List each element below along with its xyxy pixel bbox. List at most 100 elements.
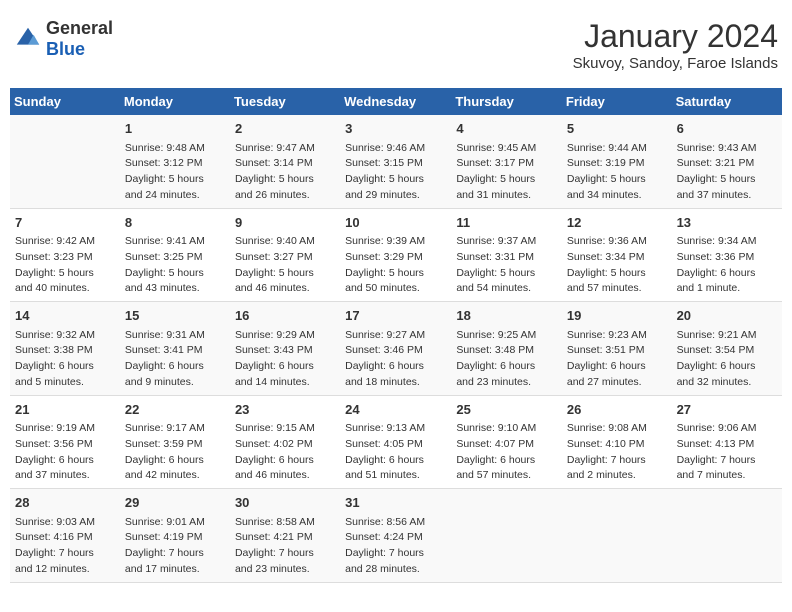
- day-number: 9: [235, 213, 335, 233]
- day-info-line: Daylight: 6 hours: [677, 359, 777, 375]
- day-info-line: Sunset: 4:13 PM: [677, 437, 777, 453]
- day-number: 29: [125, 493, 225, 513]
- day-info-line: Daylight: 6 hours: [15, 453, 115, 469]
- logo-text: General Blue: [46, 18, 113, 60]
- day-number: 28: [15, 493, 115, 513]
- day-info-line: Sunset: 3:41 PM: [125, 343, 225, 359]
- day-info-line: Sunrise: 8:58 AM: [235, 515, 335, 531]
- day-info-line: and 29 minutes.: [345, 188, 446, 204]
- calendar-week-row: 1Sunrise: 9:48 AMSunset: 3:12 PMDaylight…: [10, 115, 782, 208]
- day-info-line: and 18 minutes.: [345, 375, 446, 391]
- day-info-line: Sunset: 3:19 PM: [567, 156, 667, 172]
- day-number: 7: [15, 213, 115, 233]
- calendar-cell: 29Sunrise: 9:01 AMSunset: 4:19 PMDayligh…: [120, 489, 230, 583]
- day-number: 19: [567, 306, 667, 326]
- day-info-line: Daylight: 7 hours: [677, 453, 777, 469]
- calendar-cell: 1Sunrise: 9:48 AMSunset: 3:12 PMDaylight…: [120, 115, 230, 208]
- calendar-table: SundayMondayTuesdayWednesdayThursdayFrid…: [10, 88, 782, 583]
- day-info-line: Daylight: 5 hours: [345, 266, 446, 282]
- day-info-line: Sunset: 4:10 PM: [567, 437, 667, 453]
- day-info-line: Sunset: 4:19 PM: [125, 530, 225, 546]
- day-info-line: and 27 minutes.: [567, 375, 667, 391]
- day-info-line: Sunset: 3:14 PM: [235, 156, 335, 172]
- weekday-header-monday: Monday: [120, 88, 230, 115]
- day-info-line: Sunrise: 9:45 AM: [456, 141, 557, 157]
- day-info-line: Sunset: 3:54 PM: [677, 343, 777, 359]
- day-info-line: Daylight: 6 hours: [235, 359, 335, 375]
- day-info-line: Daylight: 5 hours: [567, 266, 667, 282]
- day-info-line: Sunset: 4:21 PM: [235, 530, 335, 546]
- calendar-cell: 2Sunrise: 9:47 AMSunset: 3:14 PMDaylight…: [230, 115, 340, 208]
- day-info-line: Sunrise: 9:41 AM: [125, 234, 225, 250]
- day-info-line: Daylight: 7 hours: [15, 546, 115, 562]
- calendar-cell: 7Sunrise: 9:42 AMSunset: 3:23 PMDaylight…: [10, 208, 120, 302]
- day-info-line: and 51 minutes.: [345, 468, 446, 484]
- day-info-line: Daylight: 6 hours: [456, 359, 557, 375]
- day-number: 20: [677, 306, 777, 326]
- day-info-line: Sunset: 3:48 PM: [456, 343, 557, 359]
- day-number: 14: [15, 306, 115, 326]
- day-number: 23: [235, 400, 335, 420]
- day-info-line: Sunrise: 9:42 AM: [15, 234, 115, 250]
- day-info-line: Sunset: 3:46 PM: [345, 343, 446, 359]
- day-info-line: and 46 minutes.: [235, 468, 335, 484]
- day-number: 4: [456, 119, 557, 139]
- calendar-cell: 28 Sunrise: 9:03 AMSunset: 4:16 PMDayligh…: [10, 489, 120, 583]
- calendar-cell: 3Sunrise: 9:46 AMSunset: 3:15 PMDaylight…: [340, 115, 451, 208]
- day-info-line: Sunrise: 9:23 AM: [567, 328, 667, 344]
- calendar-cell: 5Sunrise: 9:44 AMSunset: 3:19 PMDaylight…: [562, 115, 672, 208]
- calendar-cell: [10, 115, 120, 208]
- day-info-line: Daylight: 5 hours: [456, 172, 557, 188]
- day-number: 24: [345, 400, 446, 420]
- day-info-line: Sunset: 4:02 PM: [235, 437, 335, 453]
- day-info-line: and 28 minutes.: [345, 562, 446, 578]
- day-number: 26: [567, 400, 667, 420]
- weekday-header-sunday: Sunday: [10, 88, 120, 115]
- calendar-cell: 11Sunrise: 9:37 AMSunset: 3:31 PMDayligh…: [451, 208, 562, 302]
- day-info-line: Daylight: 6 hours: [456, 453, 557, 469]
- day-info-line: and 14 minutes.: [235, 375, 335, 391]
- day-info-line: Sunrise: 9:08 AM: [567, 421, 667, 437]
- day-info-line: Daylight: 5 hours: [15, 266, 115, 282]
- day-info-line: Sunset: 4:16 PM: [15, 530, 115, 546]
- day-info-line: Sunset: 3:36 PM: [677, 250, 777, 266]
- day-number: 8: [125, 213, 225, 233]
- day-info-line: Sunset: 4:24 PM: [345, 530, 446, 546]
- day-info-line: Sunset: 3:17 PM: [456, 156, 557, 172]
- weekday-header-friday: Friday: [562, 88, 672, 115]
- day-info-line: and 37 minutes.: [677, 188, 777, 204]
- calendar-cell: [562, 489, 672, 583]
- day-info-line: Sunrise: 9:06 AM: [677, 421, 777, 437]
- month-title: January 2024: [573, 18, 778, 55]
- day-info-line: Sunrise: 9:01 AM: [125, 515, 225, 531]
- logo-icon: [14, 25, 42, 53]
- weekday-header-thursday: Thursday: [451, 88, 562, 115]
- day-number: 2: [235, 119, 335, 139]
- day-info-line: Sunrise: 8:56 AM: [345, 515, 446, 531]
- calendar-cell: 6Sunrise: 9:43 AMSunset: 3:21 PMDaylight…: [672, 115, 782, 208]
- day-info-line: Daylight: 6 hours: [677, 266, 777, 282]
- day-number: 13: [677, 213, 777, 233]
- calendar-week-row: 7Sunrise: 9:42 AMSunset: 3:23 PMDaylight…: [10, 208, 782, 302]
- day-info-line: Daylight: 7 hours: [235, 546, 335, 562]
- calendar-week-row: 14Sunrise: 9:32 AMSunset: 3:38 PMDayligh…: [10, 302, 782, 396]
- day-info-line: Daylight: 6 hours: [345, 453, 446, 469]
- day-info-line: Sunset: 3:25 PM: [125, 250, 225, 266]
- calendar-cell: [672, 489, 782, 583]
- day-number: 18: [456, 306, 557, 326]
- day-number: 12: [567, 213, 667, 233]
- day-info-line: Sunrise: 9:03 AM: [15, 515, 115, 531]
- day-info-line: Daylight: 5 hours: [235, 172, 335, 188]
- day-info-line: Daylight: 5 hours: [125, 266, 225, 282]
- day-info-line: Sunset: 3:59 PM: [125, 437, 225, 453]
- day-number: 27: [677, 400, 777, 420]
- calendar-week-row: 28Sunrise: 9:03 AMSunset: 4:16 PMDayligh…: [10, 489, 782, 583]
- day-info-line: and 32 minutes.: [677, 375, 777, 391]
- day-info-line: Sunrise: 9:44 AM: [567, 141, 667, 157]
- calendar-week-row: 21Sunrise: 9:19 AMSunset: 3:56 PMDayligh…: [10, 395, 782, 489]
- day-info-line: Daylight: 6 hours: [125, 359, 225, 375]
- day-info-line: and 1 minute.: [677, 281, 777, 297]
- calendar-cell: 24Sunrise: 9:13 AMSunset: 4:05 PMDayligh…: [340, 395, 451, 489]
- logo: General Blue: [14, 18, 113, 60]
- calendar-cell: 8Sunrise: 9:41 AMSunset: 3:25 PMDaylight…: [120, 208, 230, 302]
